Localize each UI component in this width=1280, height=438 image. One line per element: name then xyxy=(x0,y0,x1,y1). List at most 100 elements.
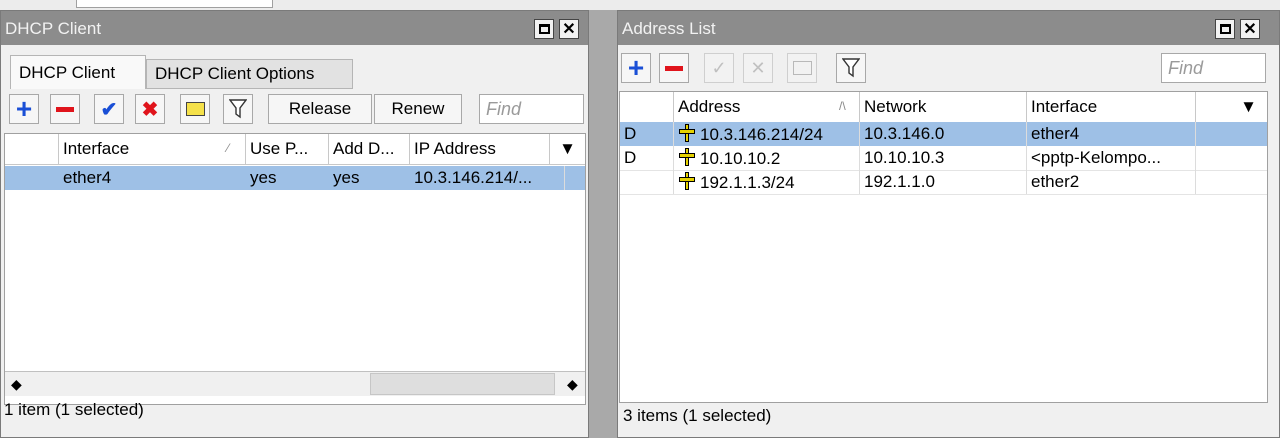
scroll-left-icon[interactable]: ◆ xyxy=(11,376,22,393)
plus-icon: + xyxy=(15,93,33,124)
disable-button[interactable]: ✖ xyxy=(135,94,165,124)
dhcp-client-window: DHCP Client ✕ DHCP Client DHCP Client Op… xyxy=(0,10,589,438)
address-text: 10.3.146.214/24 xyxy=(700,125,823,144)
tab-dhcp-client[interactable]: DHCP Client xyxy=(10,55,146,89)
comment-button[interactable] xyxy=(180,94,210,124)
dropdown-arrow-icon: ▼ xyxy=(559,139,576,158)
top-strip xyxy=(0,0,1280,10)
window-title: Address List xyxy=(622,19,716,38)
column-header-add-default[interactable]: Add D... xyxy=(329,134,410,164)
cell-address: 10.3.146.214/24 xyxy=(674,122,860,146)
comment-icon xyxy=(185,102,205,116)
checkmark-icon: ✔ xyxy=(100,98,118,121)
cell-interface: ether4 xyxy=(63,168,112,187)
cell-ip-address: 10.3.146.214/... xyxy=(410,166,565,190)
status-text: 3 items (1 selected) xyxy=(623,406,772,425)
table-header: Interface ⁄ Use P... Add D... IP Address … xyxy=(5,134,585,165)
dhcp-titlebar[interactable]: DHCP Client ✕ xyxy=(1,11,588,45)
maximize-icon xyxy=(1219,24,1231,34)
close-icon: ✕ xyxy=(1243,21,1257,38)
address-table: Address /\ Network Interface ▼ D 10.3.146… xyxy=(619,91,1268,403)
column-header-network[interactable]: Network xyxy=(860,92,1027,122)
horizontal-scrollbar[interactable]: ◆ ◆ xyxy=(5,371,585,396)
comment-button[interactable] xyxy=(787,53,817,83)
table-row[interactable]: D 10.3.146.214/24 10.3.146.0 ether4 xyxy=(620,122,1267,146)
flag-column-header[interactable] xyxy=(5,134,59,164)
address-titlebar[interactable]: Address List ✕ xyxy=(618,11,1279,45)
column-dropdown-button[interactable]: ▼ xyxy=(550,134,585,164)
cell-interface: ether4 xyxy=(1027,122,1196,146)
column-header-interface[interactable]: Interface ⁄ xyxy=(59,134,246,164)
dhcp-table: Interface ⁄ Use P... Add D... IP Address … xyxy=(4,133,586,405)
maximize-button[interactable] xyxy=(534,19,554,39)
maximize-icon xyxy=(538,24,550,34)
column-header-interface[interactable]: Interface xyxy=(1027,92,1196,122)
renew-button[interactable]: Renew xyxy=(374,94,462,124)
filter-icon xyxy=(842,58,860,78)
cell-address: 192.1.1.3/24 xyxy=(674,170,860,194)
sort-indicator-icon: /\ xyxy=(839,99,846,113)
column-header-use-peer[interactable]: Use P... xyxy=(246,134,329,164)
window-title: DHCP Client xyxy=(5,19,102,38)
status-text: 1 item (1 selected) xyxy=(4,400,144,419)
table-header: Address /\ Network Interface ▼ xyxy=(620,92,1267,123)
enable-button[interactable]: ✓ xyxy=(704,53,734,83)
scroll-thumb[interactable] xyxy=(370,373,555,395)
close-button[interactable]: ✕ xyxy=(559,19,579,39)
scroll-right-icon[interactable]: ◆ xyxy=(567,376,578,393)
table-row[interactable]: 192.1.1.3/24 192.1.1.0 ether2 xyxy=(620,170,1267,195)
disable-button[interactable]: ✕ xyxy=(743,53,773,83)
cell-flag: D xyxy=(620,122,674,146)
cell-flag xyxy=(620,170,674,194)
column-label: Interface xyxy=(63,139,130,158)
address-text: 192.1.1.3/24 xyxy=(700,173,795,192)
column-label: Address xyxy=(678,97,741,116)
filter-button[interactable] xyxy=(836,53,866,83)
column-header-ip-address[interactable]: IP Address xyxy=(410,134,550,164)
tab-dhcp-client-options[interactable]: DHCP Client Options xyxy=(146,59,353,89)
address-icon xyxy=(679,172,695,190)
close-button[interactable]: ✕ xyxy=(1240,19,1260,39)
release-button[interactable]: Release xyxy=(268,94,372,124)
filter-icon xyxy=(229,99,247,119)
checkmark-icon: ✓ xyxy=(711,57,727,78)
column-header-address[interactable]: Address /\ xyxy=(674,92,860,122)
find-input[interactable]: Find xyxy=(1161,53,1266,83)
cross-icon: ✕ xyxy=(750,57,766,78)
minus-icon xyxy=(56,106,74,112)
cell-interface: ether2 xyxy=(1027,170,1196,194)
add-button[interactable]: + xyxy=(621,53,651,83)
dhcp-toolbar: + ✔ ✖ Release Renew Find xyxy=(9,94,584,126)
maximize-button[interactable] xyxy=(1215,19,1235,39)
minus-icon xyxy=(665,65,683,71)
column-dropdown-button[interactable]: ▼ xyxy=(1196,92,1267,122)
remove-button[interactable] xyxy=(50,94,80,124)
address-icon xyxy=(679,148,695,166)
dropdown-arrow-icon: ▼ xyxy=(1240,97,1257,116)
plus-icon: + xyxy=(627,52,645,83)
flag-column-header[interactable] xyxy=(620,92,674,122)
address-list-window: Address List ✕ + ✓ ✕ Find Address /\ Netw… xyxy=(617,10,1280,438)
cell-network: 10.3.146.0 xyxy=(860,122,1027,146)
add-button[interactable]: + xyxy=(9,94,39,124)
sort-indicator-icon: ⁄ xyxy=(227,141,230,155)
cell-use-peer: yes xyxy=(250,168,277,187)
comment-icon xyxy=(792,61,812,75)
find-input[interactable]: Find xyxy=(479,94,584,124)
cell-network: 192.1.1.0 xyxy=(860,170,1027,194)
cell-interface: <pptp-Kelompo... xyxy=(1027,146,1196,170)
table-row[interactable]: D 10.10.10.2 10.10.10.3 <pptp-Kelompo... xyxy=(620,146,1267,171)
cell-add-default: yes xyxy=(333,168,360,187)
cell-network: 10.10.10.3 xyxy=(860,146,1027,170)
remove-button[interactable] xyxy=(659,53,689,83)
top-input-box[interactable] xyxy=(76,0,273,8)
address-icon xyxy=(679,124,695,142)
cross-icon: ✖ xyxy=(141,98,159,121)
cell-flag: D xyxy=(620,146,674,170)
table-row[interactable]: ether4 yes yes 10.3.146.214/... xyxy=(5,166,585,190)
close-icon: ✕ xyxy=(562,21,576,38)
filter-button[interactable] xyxy=(223,94,253,124)
enable-button[interactable]: ✔ xyxy=(94,94,124,124)
address-text: 10.10.10.2 xyxy=(700,149,781,168)
cell-address: 10.10.10.2 xyxy=(674,146,860,170)
